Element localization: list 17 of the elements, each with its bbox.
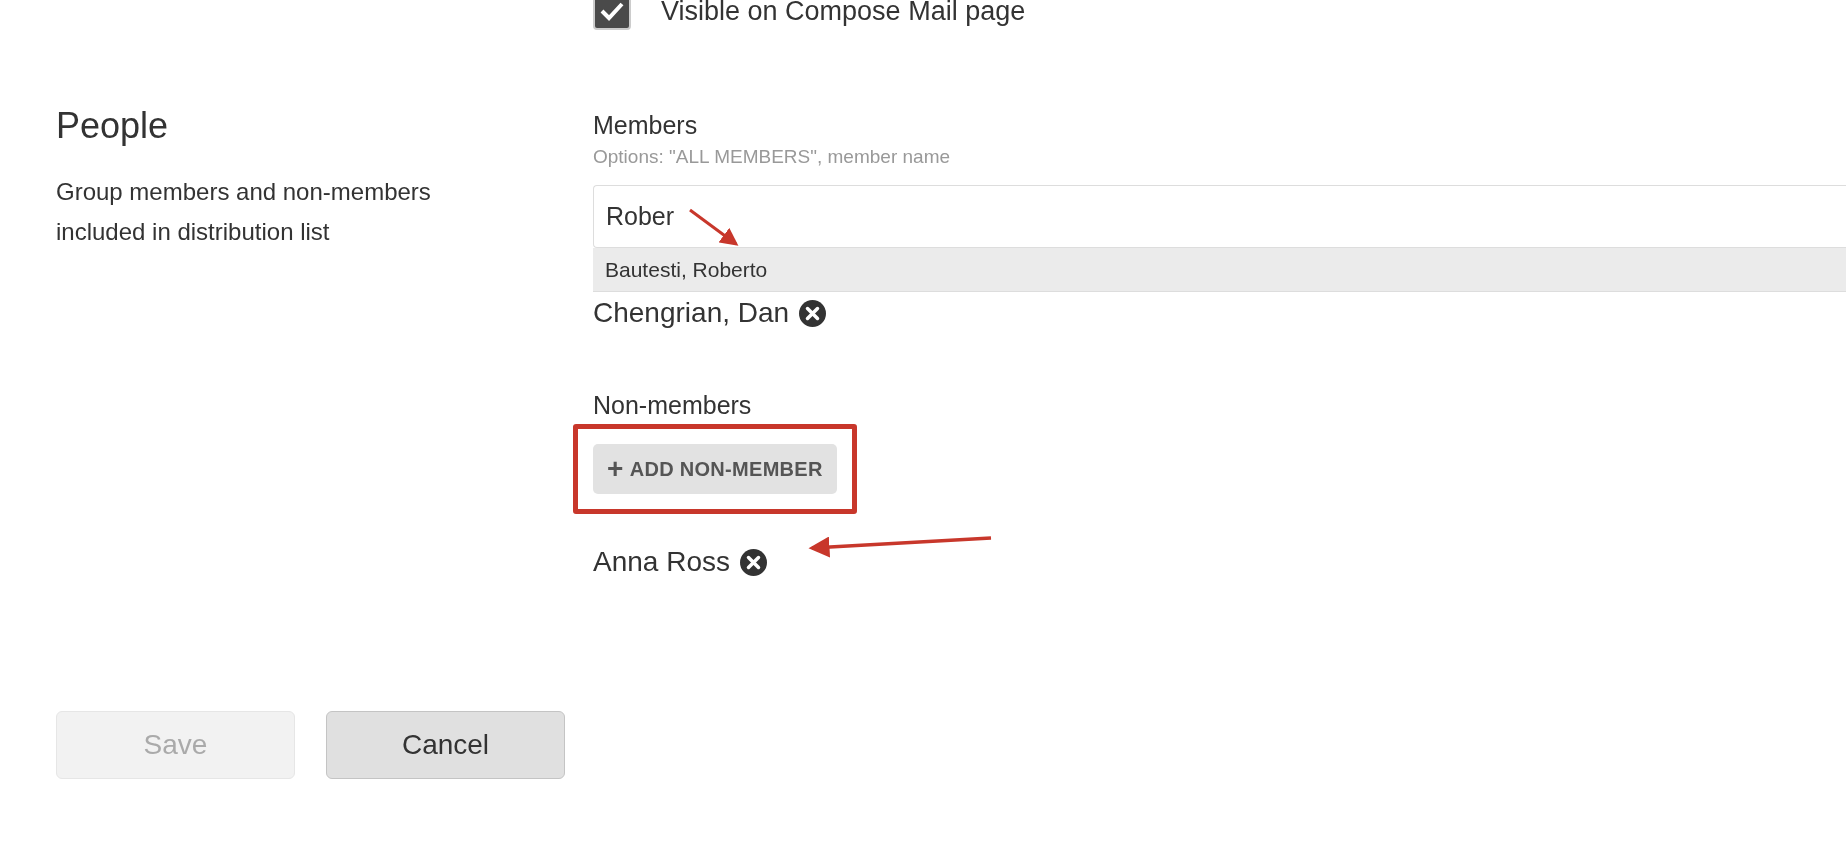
section-title: People: [56, 104, 170, 148]
person-name: Chengrian, Dan: [593, 297, 790, 329]
field-label: Non-members: [593, 390, 753, 420]
person-name: Anna Ross: [593, 546, 730, 578]
section-description: Group members and non-members included in distribution list: [56, 177, 432, 247]
annotation-arrow: [689, 208, 739, 246]
suggestion-item[interactable]: Bautesti, Roberto: [593, 248, 1846, 292]
checkbox-label: Visible on Compose Mail page: [661, 0, 1026, 27]
add-non-member-button[interactable]: + ADD NON-MEMBER: [593, 444, 837, 494]
remove-icon[interactable]: [799, 299, 827, 327]
field-hint: Options: "ALL MEMBERS", member name: [593, 145, 952, 169]
input-field[interactable]: Rober: [593, 185, 1846, 248]
checkmark-icon: [599, 0, 625, 22]
checkbox[interactable]: [593, 0, 631, 30]
remove-icon[interactable]: [739, 548, 767, 576]
field-label: Members: [593, 110, 699, 140]
action-button[interactable]: Cancel: [326, 711, 565, 779]
